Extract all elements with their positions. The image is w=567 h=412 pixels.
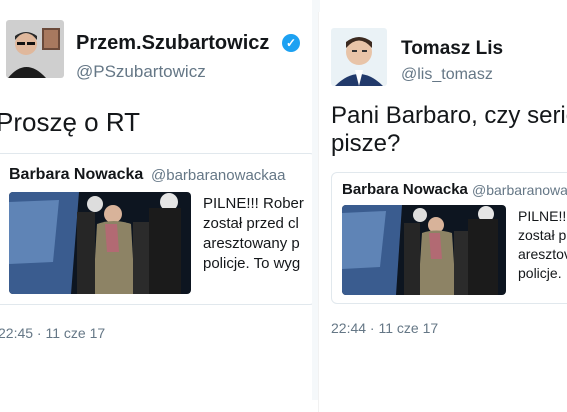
quoted-tweet[interactable]: Barbara Nowacka @barbaranowackaa PILNE!!… (0, 153, 316, 305)
tweet-timestamp[interactable]: 22:45 · 11 cze 17 (0, 325, 105, 341)
author-handle[interactable]: @lis_tomasz (401, 66, 493, 84)
quoted-tweet[interactable]: Barbara Nowacka @barbaranowac PILNE!!! z… (331, 172, 567, 304)
quoted-author-name: Barbara Nowacka (9, 166, 144, 183)
tweet-panel-right: Tomasz Lis @lis_tomasz Pani Barbaro, czy… (318, 12, 567, 412)
author-handle[interactable]: @PSzubartowicz (76, 62, 206, 82)
quoted-tweet-text: PILNE!!! Rober został przed cl aresztowa… (203, 195, 304, 272)
avatar[interactable] (331, 28, 387, 86)
tweet-timestamp[interactable]: 22:44 · 11 cze 17 (331, 320, 438, 336)
quoted-media-thumbnail[interactable] (9, 192, 191, 294)
author-name[interactable]: Przem.Szubartowicz (76, 32, 269, 55)
quoted-author-handle: @barbaranowackaa (151, 167, 286, 184)
tweet-text: Proszę o RT (0, 107, 141, 137)
quoted-media-thumbnail[interactable] (342, 205, 506, 295)
quoted-author-name: Barbara Nowacka (342, 181, 468, 198)
quoted-tweet-text: PILNE!!! został p aresztov policje. (518, 208, 567, 281)
quoted-author-handle: @barbaranowac (472, 182, 567, 198)
avatar[interactable] (6, 20, 64, 78)
verified-badge-icon: ✓ (282, 34, 300, 52)
author-name[interactable]: Tomasz Lis (401, 38, 503, 60)
tweet-text: Pani Barbaro, czy serio? pisze? (331, 102, 567, 157)
tweet-panel-left: Przem.Szubartowicz ✓ @PSzubartowicz Pros… (0, 0, 318, 400)
